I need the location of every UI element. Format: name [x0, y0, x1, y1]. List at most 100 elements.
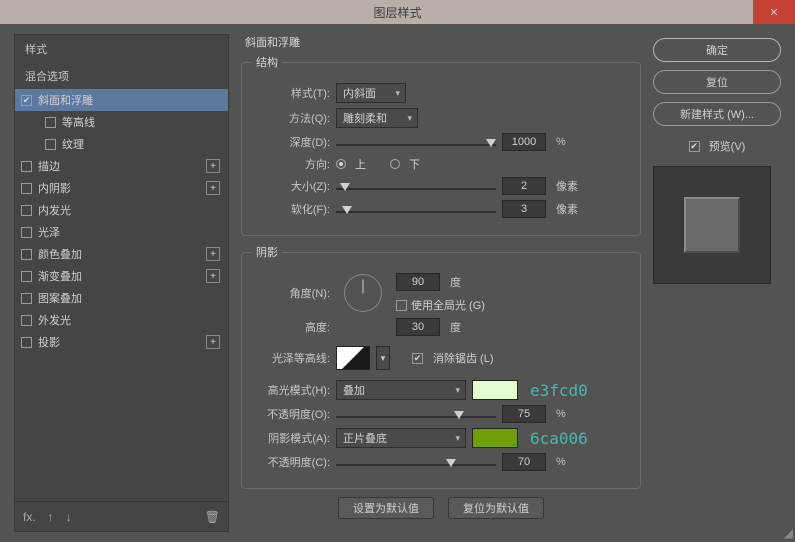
- angle-label: 角度(N):: [252, 285, 330, 301]
- styles-list-panel: 样式 混合选项 斜面和浮雕等高线纹理描边+内阴影+内发光光泽颜色叠加+渐变叠加+…: [14, 34, 229, 532]
- style-item-6[interactable]: 光泽: [15, 221, 228, 243]
- make-default-button[interactable]: 设置为默认值: [338, 497, 434, 519]
- style-item-11[interactable]: 投影+: [15, 331, 228, 353]
- style-checkbox[interactable]: [21, 227, 32, 238]
- add-effect-icon[interactable]: +: [206, 269, 220, 283]
- direction-down-radio[interactable]: [390, 159, 400, 169]
- method-select[interactable]: 雕刻柔和▾: [336, 108, 418, 128]
- add-effect-icon[interactable]: +: [206, 159, 220, 173]
- close-button[interactable]: ✕: [753, 0, 795, 24]
- global-light-checkbox[interactable]: [396, 300, 407, 311]
- style-checkbox[interactable]: [21, 205, 32, 216]
- soften-slider[interactable]: [336, 202, 496, 216]
- style-item-label: 纹理: [62, 136, 220, 152]
- add-effect-icon[interactable]: +: [206, 335, 220, 349]
- altitude-input[interactable]: 30: [396, 318, 440, 336]
- style-item-4[interactable]: 内阴影+: [15, 177, 228, 199]
- highlight-mode-label: 高光模式(H):: [252, 382, 330, 398]
- soften-input[interactable]: 3: [502, 200, 546, 218]
- depth-unit: %: [556, 136, 566, 148]
- shadow-color-swatch[interactable]: [472, 428, 518, 448]
- style-checkbox[interactable]: [45, 139, 56, 150]
- up-label: 上: [355, 156, 366, 172]
- style-checkbox[interactable]: [21, 315, 32, 326]
- size-unit: 像素: [556, 178, 578, 194]
- style-checkbox[interactable]: [21, 271, 32, 282]
- depth-input[interactable]: 1000: [502, 133, 546, 151]
- chevron-down-icon: ▾: [395, 88, 400, 99]
- style-item-1[interactable]: 等高线: [15, 111, 228, 133]
- antialias-checkbox[interactable]: [412, 353, 423, 364]
- styles-footer: fx. ↑ ↓ 🗑: [15, 501, 228, 531]
- add-effect-icon[interactable]: +: [206, 247, 220, 261]
- size-slider[interactable]: [336, 179, 496, 193]
- style-checkbox[interactable]: [21, 249, 32, 260]
- arrow-down-icon[interactable]: ↓: [66, 510, 72, 524]
- style-item-label: 颜色叠加: [38, 246, 200, 262]
- cancel-button[interactable]: 复位: [653, 70, 781, 94]
- defaults-row: 设置为默认值 复位为默认值: [241, 497, 641, 519]
- style-label: 样式(T):: [252, 85, 330, 101]
- style-select[interactable]: 内斜面▾: [336, 83, 406, 103]
- style-item-0[interactable]: 斜面和浮雕: [15, 89, 228, 111]
- add-effect-icon[interactable]: +: [206, 181, 220, 195]
- down-label: 下: [409, 156, 420, 172]
- preview-swatch: [684, 197, 740, 253]
- preview-label: 预览(V): [709, 138, 746, 154]
- style-checkbox[interactable]: [45, 117, 56, 128]
- highlight-opacity-unit: %: [556, 408, 566, 420]
- blend-options-row[interactable]: 混合选项: [15, 63, 228, 89]
- soften-label: 软化(F):: [252, 201, 330, 217]
- style-item-10[interactable]: 外发光: [15, 309, 228, 331]
- direction-up-radio[interactable]: [336, 159, 346, 169]
- shadow-mode-label: 阴影模式(A):: [252, 430, 330, 446]
- titlebar: 图层样式 ✕: [0, 0, 795, 24]
- style-item-8[interactable]: 渐变叠加+: [15, 265, 228, 287]
- settings-panel: 斜面和浮雕 结构 样式(T): 内斜面▾ 方法(Q): 雕刻柔和▾ 深度(D):…: [237, 34, 645, 532]
- global-light-label: 使用全局光 (G): [411, 297, 485, 313]
- style-item-2[interactable]: 纹理: [15, 133, 228, 155]
- gloss-contour[interactable]: [336, 346, 370, 370]
- highlight-mode-select[interactable]: 叠加▾: [336, 380, 466, 400]
- new-style-button[interactable]: 新建样式 (W)...: [653, 102, 781, 126]
- ok-button[interactable]: 确定: [653, 38, 781, 62]
- fx-menu[interactable]: fx.: [23, 510, 36, 524]
- style-checkbox[interactable]: [21, 161, 32, 172]
- method-label: 方法(Q):: [252, 110, 330, 126]
- shadow-opacity-input[interactable]: 70: [502, 453, 546, 471]
- size-input[interactable]: 2: [502, 177, 546, 195]
- antialias-label: 消除锯齿 (L): [433, 350, 494, 366]
- style-checkbox[interactable]: [21, 183, 32, 194]
- highlight-opacity-slider[interactable]: [336, 407, 496, 421]
- style-item-label: 图案叠加: [38, 290, 220, 306]
- size-label: 大小(Z):: [252, 178, 330, 194]
- style-item-label: 描边: [38, 158, 200, 174]
- panel-title: 斜面和浮雕: [241, 34, 641, 50]
- arrow-up-icon[interactable]: ↑: [48, 510, 54, 524]
- trash-icon[interactable]: 🗑: [205, 510, 220, 524]
- preview-checkbox[interactable]: [689, 141, 700, 152]
- depth-slider[interactable]: [336, 135, 496, 149]
- shadow-color-annotation: 6ca006: [530, 429, 588, 448]
- gloss-contour-menu[interactable]: ▾: [376, 346, 390, 370]
- gloss-label: 光泽等高线:: [252, 350, 330, 366]
- shadow-opacity-slider[interactable]: [336, 455, 496, 469]
- style-item-5[interactable]: 内发光: [15, 199, 228, 221]
- shadow-mode-select[interactable]: 正片叠底▾: [336, 428, 466, 448]
- reset-default-button[interactable]: 复位为默认值: [448, 497, 544, 519]
- highlight-opacity-input[interactable]: 75: [502, 405, 546, 423]
- depth-label: 深度(D):: [252, 134, 330, 150]
- style-checkbox[interactable]: [21, 95, 32, 106]
- angle-dial[interactable]: [344, 274, 382, 312]
- style-item-7[interactable]: 颜色叠加 +: [15, 243, 228, 265]
- angle-input[interactable]: 90: [396, 273, 440, 291]
- style-item-9[interactable]: 图案叠加: [15, 287, 228, 309]
- style-item-3[interactable]: 描边 +: [15, 155, 228, 177]
- soften-unit: 像素: [556, 201, 578, 217]
- style-checkbox[interactable]: [21, 337, 32, 348]
- shadow-group: 阴影 角度(N): 90 度 使用全局光 (G) 高度:: [241, 244, 641, 489]
- highlight-opacity-label: 不透明度(O):: [252, 406, 330, 422]
- highlight-color-swatch[interactable]: [472, 380, 518, 400]
- resize-grip-icon[interactable]: ◢: [784, 526, 793, 540]
- style-checkbox[interactable]: [21, 293, 32, 304]
